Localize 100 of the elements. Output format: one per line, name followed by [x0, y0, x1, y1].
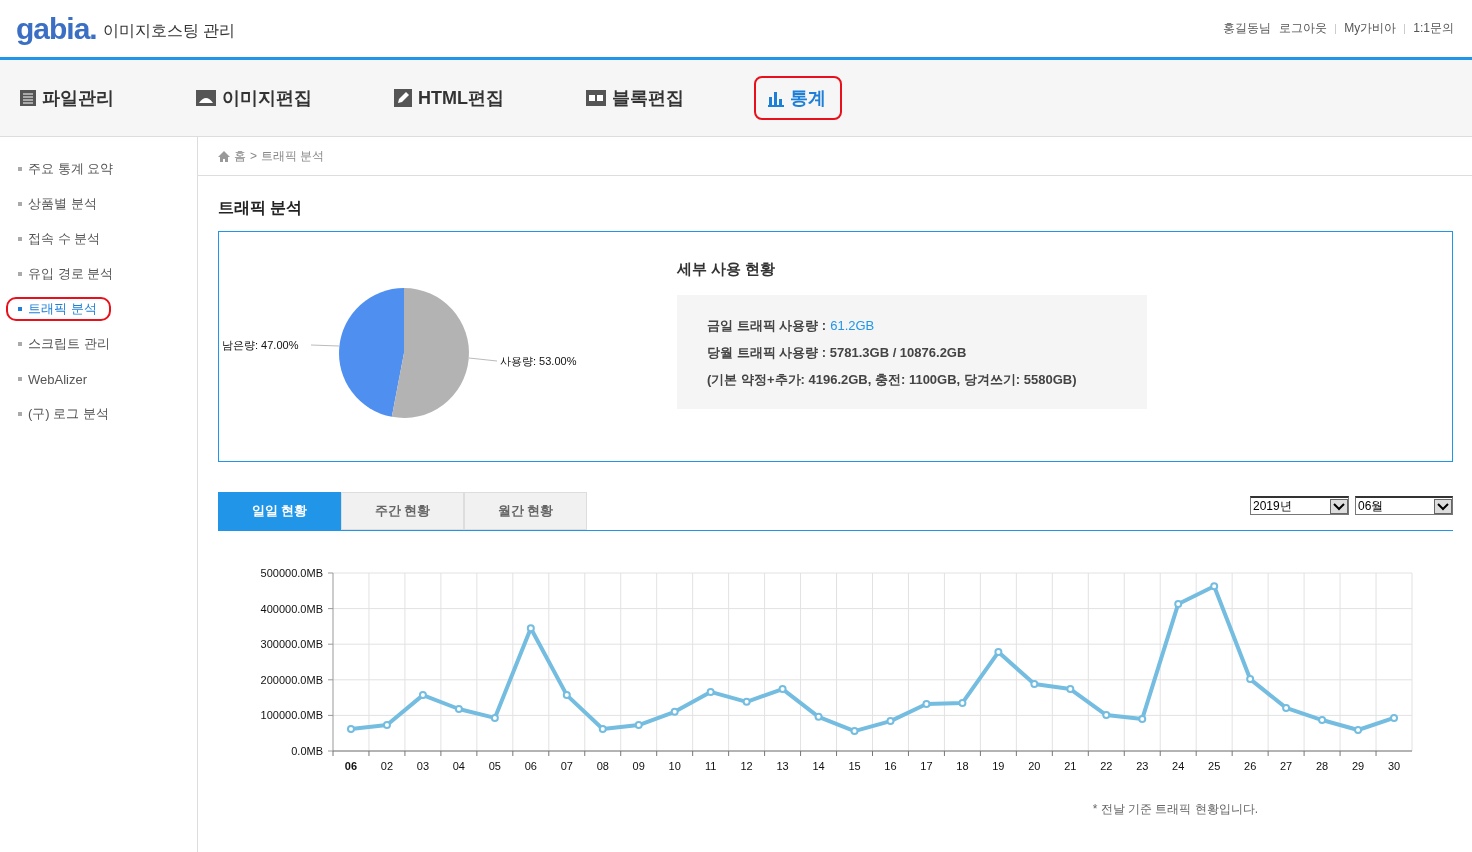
section-title: 세부 사용 현황 [677, 260, 777, 279]
data-point [1354, 726, 1363, 734]
data-point [1066, 685, 1075, 694]
x-tick-label: 16 [884, 760, 897, 772]
data-point [1390, 713, 1398, 722]
x-tick-label: 18 [956, 760, 969, 772]
data-point [706, 687, 715, 696]
header-link[interactable]: My가비아 [1344, 20, 1397, 37]
x-tick-label: 14 [812, 760, 825, 772]
usage-line: 금일 트래픽 사용량 : [707, 317, 827, 335]
data-point [1174, 599, 1183, 608]
breadcrumb-item: 트래픽 분석 [261, 147, 325, 165]
data-point [922, 700, 931, 708]
sidebar-item[interactable]: WebAlizer [6, 367, 101, 391]
nav-tab[interactable]: HTML편집 [382, 76, 520, 120]
home-icon [218, 150, 230, 162]
data-point [454, 705, 463, 713]
x-tick-label: 13 [776, 760, 789, 772]
data-point [1282, 703, 1291, 712]
x-tick-label: 12 [740, 760, 753, 772]
pencil-icon [394, 89, 412, 107]
data-point [418, 691, 427, 700]
nav-tab[interactable]: 파일관리 [8, 76, 130, 120]
x-tick-label: 06 [524, 760, 537, 772]
image-icon [196, 90, 216, 106]
data-point [1030, 680, 1039, 689]
leader-line [310, 344, 340, 347]
data-point [814, 712, 823, 721]
logo[interactable]: gabia. [16, 11, 97, 46]
sidebar-item[interactable]: 트래픽 분석 [6, 297, 111, 321]
usage-line: 당월 트래픽 사용량 : 5781.3GB / 10876.2GB [707, 344, 967, 362]
x-tick-label: 24 [1172, 760, 1185, 772]
y-tick-label: 500000.0MB [260, 567, 323, 579]
sidebar-item[interactable]: (구) 로그 분석 [6, 402, 123, 426]
pie-label: 남은량: 47.00% [222, 339, 299, 351]
data-point [347, 724, 355, 733]
data-point [1138, 714, 1147, 723]
x-tick-label: 26 [1244, 760, 1257, 772]
nav-tab[interactable]: 통계 [754, 76, 842, 120]
data-point [598, 724, 607, 733]
sidebar-item[interactable]: 유입 경로 분석 [6, 262, 128, 286]
sidebar-item[interactable]: 주요 통계 요약 [6, 157, 128, 181]
x-tick-label: 25 [1208, 760, 1221, 772]
usage-line: (기본 약정+추가: 4196.2GB, 충전: 1100GB, 당겨쓰기: 5580GB) [707, 371, 1077, 389]
data-point [1246, 675, 1255, 684]
y-tick-label: 100000.0MB [260, 709, 323, 722]
data-point [1102, 711, 1111, 720]
sidebar-item[interactable]: 스크립트 관리 [6, 332, 124, 356]
data-point [526, 624, 535, 633]
y-tick-label: 300000.0MB [260, 638, 323, 651]
x-tick-label: 27 [1280, 760, 1293, 772]
breadcrumb-item[interactable]: 홈 [234, 147, 246, 165]
header-link[interactable]: 로그아웃 [1279, 20, 1328, 37]
period-tab[interactable]: 월간 현황 [464, 492, 587, 530]
x-tick-label: 17 [920, 760, 933, 772]
x-tick-label: 03 [416, 760, 430, 772]
layout-icon [586, 90, 606, 106]
x-tick-label: 11 [704, 760, 717, 772]
leader-line [468, 357, 498, 362]
x-tick-label: 10 [668, 760, 681, 772]
chart-note: * 전날 기준 트래픽 현황입니다. [1092, 801, 1258, 818]
x-tick-label: 23 [1136, 760, 1149, 772]
period-tab[interactable]: 주간 현황 [341, 492, 464, 530]
y-tick-label: 0.0MB [291, 745, 323, 757]
data-point [382, 721, 391, 729]
breadcrumb-separator: > [250, 149, 257, 163]
x-tick-label: 30 [1387, 760, 1401, 772]
data-point [1318, 716, 1327, 725]
sidebar-item[interactable]: 상품별 분석 [6, 192, 111, 216]
x-tick-label: 06 [344, 760, 358, 772]
header-link[interactable]: 1:1문의 [1413, 20, 1454, 37]
nav-tab[interactable]: 이미지편집 [184, 76, 328, 120]
x-tick-label: 05 [488, 760, 501, 772]
data-point [850, 727, 859, 736]
x-tick-label: 15 [848, 760, 861, 772]
x-tick-label: 28 [1315, 760, 1329, 772]
year-select[interactable]: 2019년 [1250, 496, 1349, 515]
y-tick-label: 200000.0MB [260, 673, 323, 686]
x-tick-label: 22 [1100, 760, 1113, 772]
x-tick-label: 21 [1064, 760, 1077, 772]
x-tick-label: 29 [1351, 760, 1365, 772]
x-tick-label: 07 [560, 760, 573, 772]
data-point [1210, 582, 1219, 591]
user-name-link[interactable]: 홍길동님 [1223, 20, 1272, 37]
y-tick-label: 400000.0MB [260, 602, 323, 615]
x-tick-label: 09 [632, 760, 645, 772]
bar-chart-icon [766, 89, 784, 107]
sidebar-item[interactable]: 접속 수 분석 [6, 227, 115, 251]
document-icon [20, 90, 36, 106]
data-point [886, 717, 895, 726]
month-select[interactable]: 06월 [1355, 496, 1453, 515]
data-point [778, 685, 787, 694]
page-title: 트래픽 분석 [218, 198, 304, 218]
nav-tab[interactable]: 블록편집 [574, 76, 700, 120]
x-tick-label: 04 [452, 760, 465, 772]
data-point [670, 707, 679, 716]
data-point [562, 691, 571, 700]
dropdown-caret-icon [1434, 498, 1452, 514]
x-tick-label: 20 [1028, 760, 1041, 772]
data-point [958, 698, 967, 707]
